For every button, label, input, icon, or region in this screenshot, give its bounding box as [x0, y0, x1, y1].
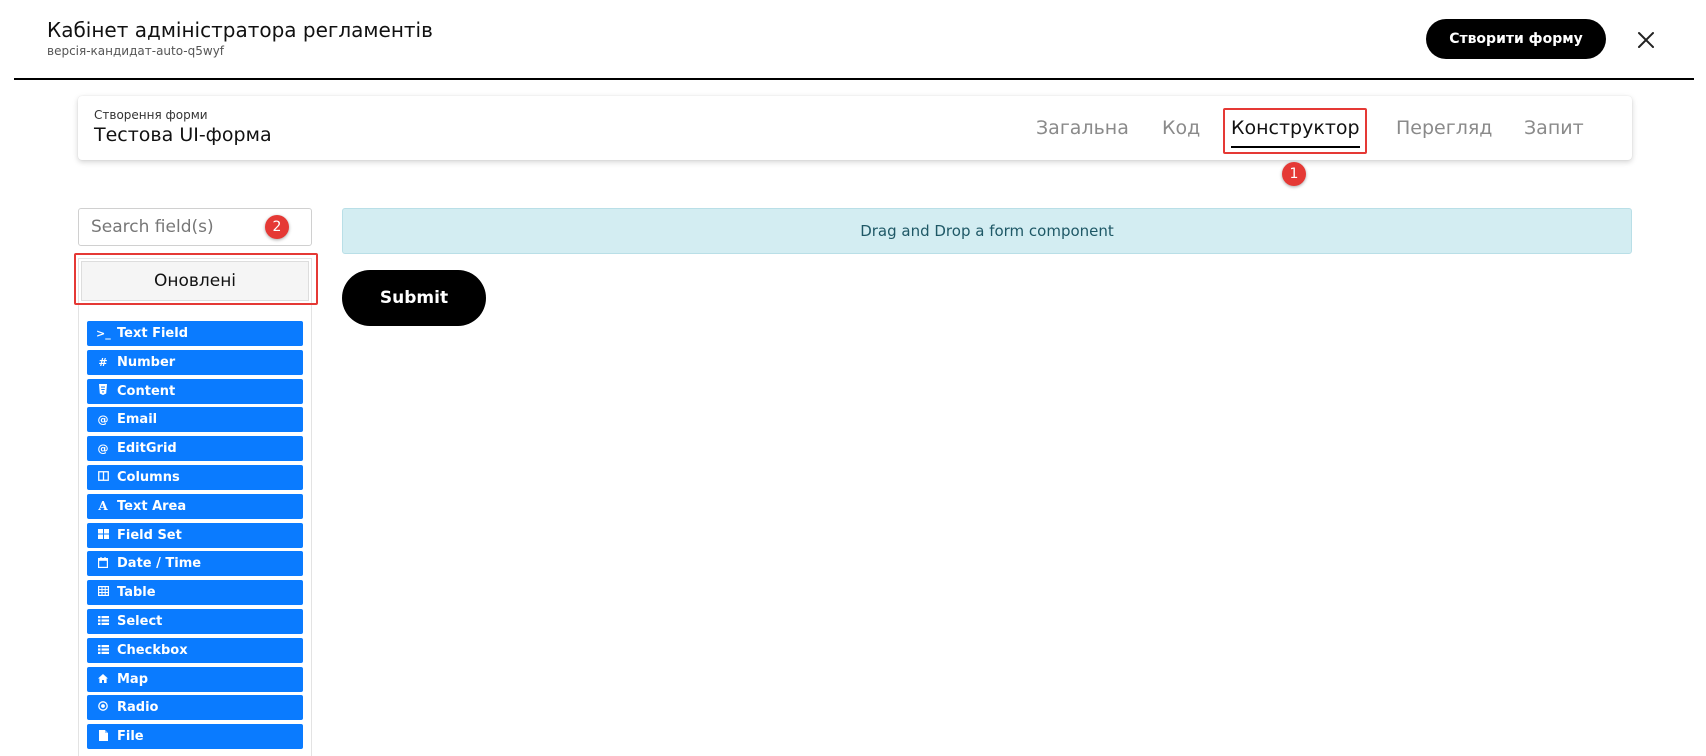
component-label: Field Set	[117, 527, 182, 543]
component-field-set[interactable]: Field Set	[87, 522, 303, 548]
dot-circle-icon	[96, 701, 110, 714]
component-email[interactable]: @ Email	[87, 407, 303, 433]
tab-bar: Загальна Код Конструктор Перегляд Запит	[78, 96, 1632, 160]
component-label: Email	[117, 412, 158, 428]
home-icon	[96, 673, 110, 686]
submit-button[interactable]: Submit	[342, 270, 486, 326]
drop-zone[interactable]: Drag and Drop a form component	[342, 208, 1632, 254]
tab-general[interactable]: Загальна	[1036, 114, 1129, 142]
component-radio[interactable]: Radio	[87, 695, 303, 721]
component-label: EditGrid	[117, 441, 177, 457]
at-icon: @	[97, 442, 109, 456]
component-select[interactable]: Select	[87, 608, 303, 634]
app-title: Кабінет адміністратора регламентів	[47, 18, 433, 42]
annotation-badge-1: 1	[1282, 162, 1306, 186]
component-label: Map	[117, 671, 149, 687]
tab-preview[interactable]: Перегляд	[1396, 114, 1492, 142]
create-form-button[interactable]: Створити форму	[1426, 19, 1606, 59]
component-label: Select	[117, 613, 163, 629]
html5-icon	[96, 384, 110, 398]
close-button[interactable]	[1632, 26, 1660, 54]
tab-constructor[interactable]: Конструктор	[1231, 114, 1360, 148]
at-icon: @	[97, 413, 109, 427]
columns-icon	[96, 471, 110, 484]
component-label: Content	[117, 383, 176, 399]
component-label: Text Area	[117, 498, 187, 514]
component-label: Table	[117, 585, 156, 601]
component-group-panel: Оновлені >_ Text Field # Number Content …	[78, 258, 312, 756]
component-label: Text Field	[117, 326, 188, 341]
component-file[interactable]: File	[87, 724, 303, 750]
component-label: Columns	[117, 469, 180, 485]
th-large-icon	[96, 528, 110, 542]
tab-request[interactable]: Запит	[1524, 114, 1584, 142]
component-date-time[interactable]: Date / Time	[87, 551, 303, 577]
component-table[interactable]: Table	[87, 580, 303, 606]
file-icon	[96, 729, 110, 744]
page: Кабінет адміністратора регламентів версі…	[0, 0, 1706, 756]
component-label: Number	[117, 354, 176, 370]
component-label: File	[117, 729, 144, 745]
annotation-badge-2: 2	[265, 215, 289, 239]
tab-code[interactable]: Код	[1162, 114, 1200, 142]
component-label: Checkbox	[117, 642, 188, 658]
component-number[interactable]: # Number	[87, 349, 303, 375]
component-map[interactable]: Map	[87, 666, 303, 692]
component-label: Radio	[117, 700, 159, 716]
calendar-icon	[96, 556, 110, 571]
component-text-field[interactable]: >_ Text Field	[87, 321, 303, 346]
hash-icon: #	[98, 355, 108, 369]
component-checkbox[interactable]: Checkbox	[87, 637, 303, 663]
terminal-icon: >_	[96, 327, 111, 340]
app-header: Кабінет адміністратора регламентів версі…	[14, 0, 1694, 80]
table-icon	[96, 586, 110, 599]
component-editgrid[interactable]: @ EditGrid	[87, 436, 303, 462]
component-columns[interactable]: Columns	[87, 464, 303, 490]
list-icon	[96, 615, 110, 628]
component-label: Date / Time	[117, 556, 202, 572]
list-icon	[96, 644, 110, 657]
close-icon	[1638, 32, 1654, 48]
component-list: >_ Text Field # Number Content @ Email @…	[87, 321, 303, 753]
component-text-area[interactable]: A Text Area	[87, 493, 303, 519]
component-content[interactable]: Content	[87, 378, 303, 404]
app-version: версія-кандидат-auto-q5wyf	[47, 44, 225, 58]
group-header-updated[interactable]: Оновлені	[81, 261, 309, 301]
font-icon: A	[98, 499, 108, 514]
form-card: Створення форми Тестова UI-форма Загальн…	[78, 96, 1632, 160]
